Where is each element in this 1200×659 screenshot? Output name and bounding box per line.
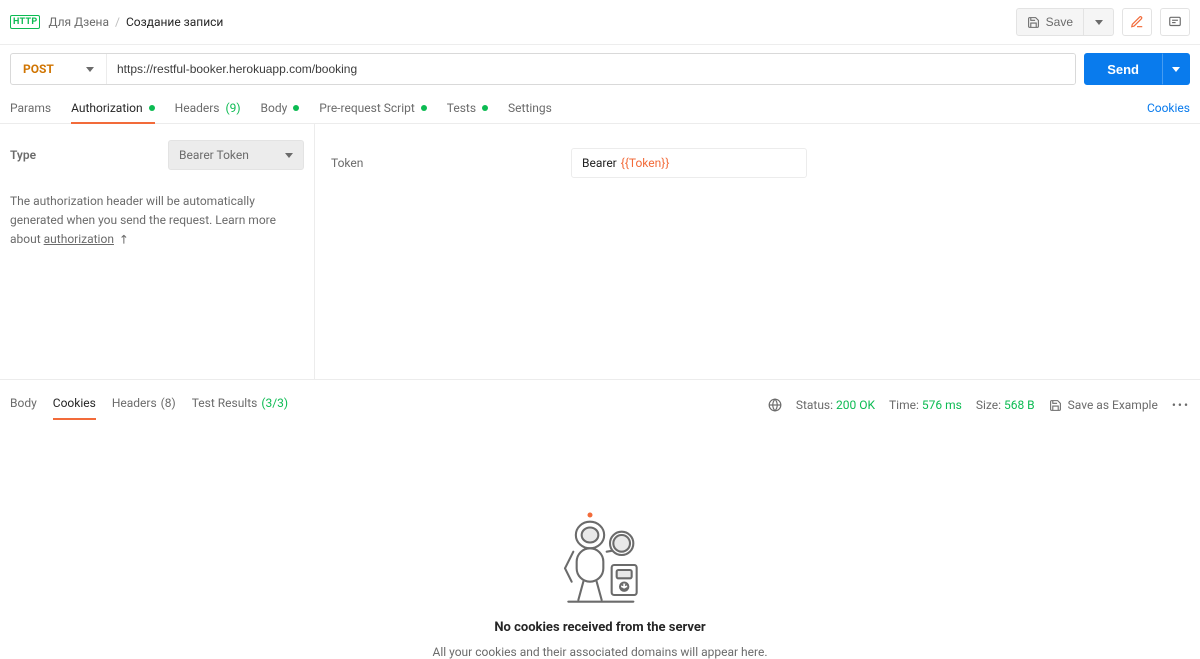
request-url-bar: POST	[10, 53, 1076, 85]
chevron-down-icon	[86, 67, 94, 72]
tab-authorization[interactable]: Authorization	[71, 93, 155, 123]
token-prefix: Bearer	[582, 156, 617, 170]
tab-params[interactable]: Params	[10, 93, 51, 123]
save-icon	[1049, 399, 1062, 412]
method-value: POST	[23, 62, 54, 76]
active-dot-icon	[482, 105, 488, 111]
breadcrumb-current: Создание записи	[126, 15, 223, 29]
token-variable: {{Token}}	[621, 156, 670, 170]
response-meta: Status: 200 OK Time: 576 ms Size: 568 B …	[768, 398, 1190, 412]
response-tab-body[interactable]: Body	[10, 390, 37, 420]
save-dropdown-button[interactable]	[1084, 8, 1114, 36]
method-select[interactable]: POST	[11, 54, 107, 84]
send-button[interactable]: Send	[1084, 53, 1162, 85]
tab-body[interactable]: Body	[261, 93, 300, 123]
token-label: Token	[331, 156, 481, 170]
request-bar: POST Send	[0, 45, 1200, 93]
auth-learn-more-link[interactable]: authorization	[44, 232, 114, 246]
tab-settings[interactable]: Settings	[508, 93, 552, 123]
active-dot-icon	[421, 105, 427, 111]
save-button[interactable]: Save	[1016, 8, 1084, 36]
comment-icon	[1168, 15, 1182, 29]
send-button-label: Send	[1107, 62, 1139, 77]
auth-right-panel: Token Bearer {{Token}}	[315, 124, 1200, 379]
response-tab-headers[interactable]: Headers (8)	[112, 390, 176, 420]
chevron-down-icon	[285, 153, 293, 158]
auth-help-text: The authorization header will be automat…	[10, 192, 304, 250]
breadcrumb-separator: /	[115, 15, 120, 29]
chevron-down-icon	[1172, 67, 1180, 72]
network-icon	[768, 398, 782, 412]
save-button-label: Save	[1046, 15, 1073, 29]
pencil-icon	[1130, 15, 1144, 29]
top-actions: Save	[1016, 8, 1190, 36]
auth-type-label: Type	[10, 148, 36, 162]
active-dot-icon	[293, 105, 299, 111]
tab-prerequest[interactable]: Pre-request Script	[319, 93, 426, 123]
more-options-button[interactable]: •••	[1172, 398, 1190, 412]
external-link-icon: ↗	[114, 230, 135, 251]
http-badge: HTTP	[10, 15, 40, 29]
auth-left-panel: Type Bearer Token The authorization head…	[0, 124, 315, 379]
empty-state-subtitle: All your cookies and their associated do…	[432, 645, 767, 659]
auth-type-value: Bearer Token	[179, 148, 249, 162]
send-dropdown-button[interactable]	[1162, 53, 1190, 85]
save-icon	[1027, 16, 1040, 29]
breadcrumb-parent[interactable]: Для Дзена	[48, 15, 109, 29]
empty-state-title: No cookies received from the server	[494, 620, 705, 635]
token-input[interactable]: Bearer {{Token}}	[571, 148, 807, 178]
response-tabs: Body Cookies Headers (8) Test Results (3…	[0, 380, 1200, 420]
chevron-down-icon	[1095, 20, 1103, 25]
url-input[interactable]	[107, 54, 1075, 84]
request-tabs: Params Authorization Headers (9) Body Pr…	[0, 93, 1200, 124]
authorization-pane: Type Bearer Token The authorization head…	[0, 124, 1200, 380]
response-tab-test-results[interactable]: Test Results (3/3)	[192, 390, 288, 420]
breadcrumb: Для Дзена / Создание записи	[48, 15, 223, 29]
tab-tests[interactable]: Tests	[447, 93, 488, 123]
tab-headers[interactable]: Headers (9)	[175, 93, 241, 123]
auth-type-select[interactable]: Bearer Token	[168, 140, 304, 170]
save-as-example-button[interactable]: Save as Example	[1049, 398, 1158, 412]
cookies-link[interactable]: Cookies	[1147, 93, 1190, 123]
astronaut-icon	[550, 510, 650, 610]
comments-button[interactable]	[1160, 8, 1190, 36]
active-dot-icon	[149, 105, 155, 111]
edit-button[interactable]	[1122, 8, 1152, 36]
top-bar: HTTP Для Дзена / Создание записи Save	[0, 0, 1200, 45]
response-empty-state: No cookies received from the server All …	[0, 420, 1200, 659]
response-tab-cookies[interactable]: Cookies	[53, 390, 96, 420]
